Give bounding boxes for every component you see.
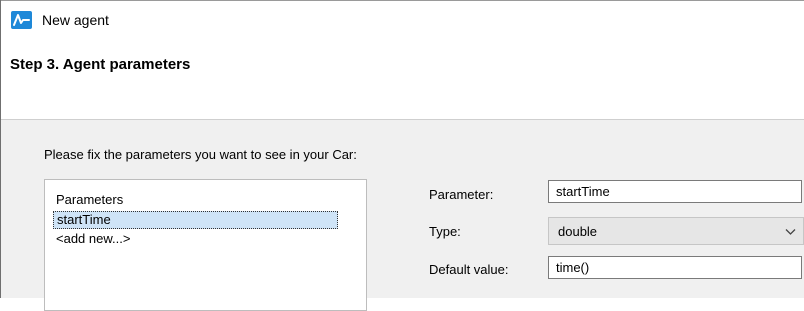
default-value-input[interactable]: time() <box>548 256 802 279</box>
type-select-value: double <box>558 224 598 239</box>
parameters-list[interactable]: Parameters startTime <add new...> <box>44 179 367 311</box>
list-item-starttime[interactable]: startTime <box>53 211 338 229</box>
wizard-content: Please fix the parameters you want to se… <box>1 120 804 311</box>
list-item-add-new[interactable]: <add new...> <box>53 230 336 248</box>
default-value-value: time() <box>556 260 590 275</box>
title-bar: New agent <box>1 1 804 37</box>
wizard-header: Step 3. Agent parameters <box>1 37 804 120</box>
step-title: Step 3. Agent parameters <box>10 56 191 73</box>
window-title: New agent <box>42 12 109 28</box>
parameters-list-header: Parameters <box>56 192 124 207</box>
anylogic-logo-icon <box>11 11 32 29</box>
parameter-name-input[interactable]: startTime <box>548 180 802 203</box>
instruction-text: Please fix the parameters you want to se… <box>44 147 357 162</box>
chevron-down-icon <box>785 229 796 235</box>
type-select[interactable]: double <box>548 217 804 245</box>
default-value-label: Default value: <box>429 262 509 277</box>
parameter-label: Parameter: <box>429 187 494 202</box>
type-label: Type: <box>429 224 461 239</box>
parameter-name-value: startTime <box>556 184 610 199</box>
